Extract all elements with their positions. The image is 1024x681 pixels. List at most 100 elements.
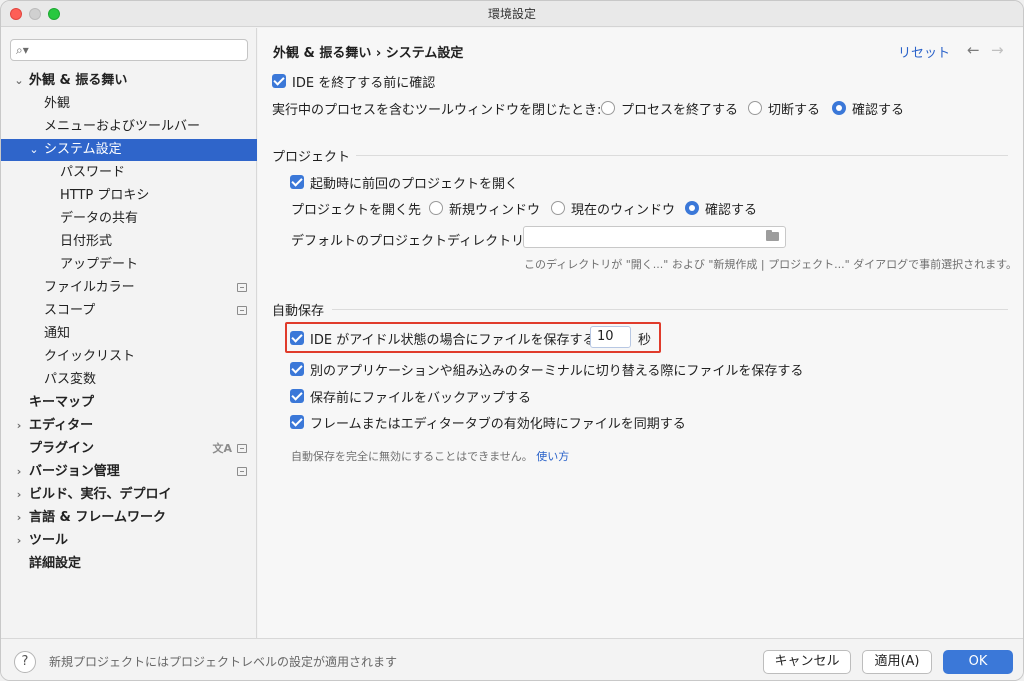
search-input[interactable]	[35, 42, 240, 58]
sidebar-item-passwords[interactable]: パスワード	[1, 162, 257, 184]
sidebar-item-appearance[interactable]: 外観	[1, 93, 257, 115]
project-level-icon	[237, 283, 247, 292]
chevron-right-icon[interactable]: ›	[13, 461, 25, 483]
sidebar-item-menus-toolbars[interactable]: メニューおよびツールバー	[1, 116, 257, 138]
section-divider	[356, 155, 1008, 156]
minimize-window-button[interactable]	[29, 8, 41, 20]
switch-app-save-checkbox[interactable]	[290, 362, 304, 376]
sidebar-item-editor[interactable]: › エディター	[1, 415, 257, 437]
sidebar-item-label: ツール	[29, 533, 69, 548]
ask-open-radio[interactable]	[685, 201, 699, 215]
close-window-button[interactable]	[10, 8, 22, 20]
sidebar-item-plugins[interactable]: プラグイン 文A	[1, 438, 257, 460]
ask-radio[interactable]	[832, 101, 846, 115]
sidebar-item-label: メニューおよびツールバー	[44, 119, 201, 134]
chevron-right-icon[interactable]: ›	[13, 530, 25, 552]
sidebar-item-system-settings[interactable]: ⌄ システム設定	[1, 139, 257, 161]
sidebar-item-label: ファイルカラー	[44, 280, 135, 295]
idle-save-checkbox[interactable]	[290, 331, 304, 345]
sidebar-item-updates[interactable]: アップデート	[1, 254, 257, 276]
project-level-icon	[237, 444, 247, 453]
sidebar-item-version-control[interactable]: › バージョン管理	[1, 461, 257, 483]
new-window-radio[interactable]	[429, 201, 443, 215]
folder-icon[interactable]	[766, 230, 779, 241]
sidebar-item-scopes[interactable]: スコープ	[1, 300, 257, 322]
sidebar-item-tools[interactable]: › ツール	[1, 530, 257, 552]
idle-seconds-input[interactable]: 10	[590, 326, 631, 348]
sidebar-item-http-proxy[interactable]: HTTP プロキシ	[1, 185, 257, 207]
sidebar-item-label: アップデート	[60, 257, 139, 272]
search-icon: ⌕▾	[16, 43, 29, 57]
settings-panel: 外観 & 振る舞い › システム設定 リセット ← → IDE を終了する前に確…	[258, 28, 1023, 638]
confirm-exit-checkbox[interactable]	[272, 74, 286, 88]
sidebar-item-quick-lists[interactable]: クイックリスト	[1, 346, 257, 368]
project-level-icon	[237, 467, 247, 476]
sidebar-item-label: クイックリスト	[44, 349, 136, 364]
default-directory-label: デフォルトのプロジェクトディレクトリ:	[291, 234, 529, 249]
ok-button[interactable]: OK	[943, 650, 1013, 674]
sidebar-item-path-variables[interactable]: パス変数	[1, 369, 257, 391]
confirm-exit-label: IDE を終了する前に確認	[292, 76, 436, 91]
settings-sidebar: ⌕▾ ⌄ 外観 & 振る舞い 外観 メニューおよびツールバー ⌄ システム設定 …	[1, 28, 257, 638]
close-tool-window-label: 実行中のプロセスを含むツールウィンドウを閉じたとき:	[272, 103, 602, 118]
idle-save-label: IDE がアイドル状態の場合にファイルを保存する:	[310, 333, 600, 348]
sidebar-item-file-colors[interactable]: ファイルカラー	[1, 277, 257, 299]
sidebar-item-label: HTTP プロキシ	[60, 188, 150, 203]
project-level-icon	[237, 306, 247, 315]
backup-before-save-checkbox[interactable]	[290, 389, 304, 403]
dialog-footer: ? 新規プロジェクトにはプロジェクトレベルの設定が適用されます キャンセル 適用…	[1, 638, 1023, 680]
sidebar-item-label: 詳細設定	[29, 556, 82, 571]
sidebar-item-build-run-deploy[interactable]: › ビルド、実行、デプロイ	[1, 484, 257, 506]
chevron-right-icon[interactable]: ›	[13, 484, 25, 506]
back-arrow-icon[interactable]: ←	[967, 41, 980, 59]
maximize-window-button[interactable]	[48, 8, 60, 20]
settings-window: 環境設定 ⌕▾ ⌄ 外観 & 振る舞い 外観 メニューおよびツールバー ⌄ シス…	[0, 0, 1024, 681]
window-title: 環境設定	[487, 7, 536, 21]
chevron-down-icon[interactable]: ⌄	[28, 139, 40, 161]
current-window-radio[interactable]	[551, 201, 565, 215]
sidebar-item-label: バージョン管理	[29, 464, 120, 479]
apply-button[interactable]: 適用(A)	[862, 650, 932, 674]
reopen-last-project-checkbox[interactable]	[290, 175, 304, 189]
sidebar-item-data-sharing[interactable]: データの共有	[1, 208, 257, 230]
help-button[interactable]: ?	[14, 651, 36, 673]
sidebar-item-label: ビルド、実行、デプロイ	[29, 487, 172, 502]
howto-link[interactable]: 使い方	[536, 450, 569, 463]
sidebar-item-appearance-behavior[interactable]: ⌄ 外観 & 振る舞い	[1, 70, 257, 92]
sidebar-item-advanced-settings[interactable]: 詳細設定	[1, 553, 257, 575]
chevron-down-icon[interactable]: ⌄	[13, 70, 25, 92]
open-project-target-label: プロジェクトを開く先	[291, 203, 422, 218]
sidebar-item-label: プラグイン	[29, 441, 95, 456]
sidebar-item-label: 言語 & フレームワーク	[29, 510, 166, 525]
autosave-note: 自動保存を完全に無効にすることはできません。 使い方	[291, 448, 569, 464]
chevron-right-icon[interactable]: ›	[13, 415, 25, 437]
forward-arrow-icon[interactable]: →	[991, 41, 1004, 59]
sidebar-item-label: 通知	[44, 326, 71, 341]
seconds-unit: 秒	[638, 333, 652, 348]
chevron-right-icon[interactable]: ›	[13, 507, 25, 529]
autosave-section-title: 自動保存	[272, 304, 325, 319]
reset-link[interactable]: リセット	[898, 42, 950, 61]
sidebar-item-label: システム設定	[44, 142, 122, 157]
cancel-button[interactable]: キャンセル	[763, 650, 851, 674]
terminate-process-label: プロセスを終了する	[621, 103, 739, 118]
sidebar-item-label: 外観	[44, 96, 71, 111]
sync-files-checkbox[interactable]	[290, 415, 304, 429]
disconnect-label: 切断する	[768, 103, 821, 118]
sidebar-item-keymap[interactable]: キーマップ	[1, 392, 257, 414]
sidebar-item-languages-frameworks[interactable]: › 言語 & フレームワーク	[1, 507, 257, 529]
switch-app-save-label: 別のアプリケーションや組み込みのターミナルに切り替える際にファイルを保存する	[310, 364, 804, 379]
sidebar-item-label: データの共有	[60, 211, 139, 226]
new-window-label: 新規ウィンドウ	[449, 203, 541, 218]
sidebar-item-label: エディター	[29, 418, 94, 433]
sidebar-item-date-formats[interactable]: 日付形式	[1, 231, 257, 253]
disconnect-radio[interactable]	[748, 101, 762, 115]
settings-search[interactable]: ⌕▾	[10, 39, 248, 61]
default-directory-field[interactable]	[523, 226, 786, 248]
terminate-process-radio[interactable]	[601, 101, 615, 115]
project-section-title: プロジェクト	[272, 150, 351, 165]
sidebar-item-label: スコープ	[44, 303, 96, 318]
sidebar-item-notifications[interactable]: 通知	[1, 323, 257, 345]
ask-label: 確認する	[852, 103, 905, 118]
title-bar: 環境設定	[1, 1, 1023, 27]
